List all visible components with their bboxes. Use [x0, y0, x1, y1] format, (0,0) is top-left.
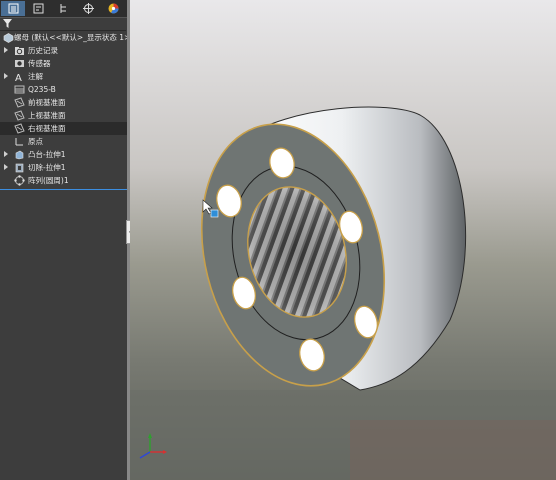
- cut-extrude-icon: [15, 163, 24, 173]
- tree-item-origin[interactable]: 原点: [0, 135, 127, 148]
- filter-icon: [3, 19, 12, 28]
- tree-item-boss-extrude[interactable]: 凸台-拉伸1: [0, 148, 127, 161]
- property-manager-icon: [33, 3, 43, 14]
- feature-manager-panel: 螺母 (默认<<默认>_显示状态 1>) 历史记录 传感器 A 注解 Q235-…: [0, 0, 133, 480]
- sensor-icon: [15, 60, 24, 67]
- tree-item-label: Q235-B: [28, 85, 56, 94]
- tab-feature-tree[interactable]: [1, 1, 25, 16]
- rollback-bar[interactable]: [0, 189, 127, 190]
- plane-icon: [14, 110, 25, 121]
- tree-item-annotations[interactable]: A 注解: [0, 70, 127, 83]
- plane-icon: [14, 123, 25, 134]
- expand-arrow-icon[interactable]: [4, 151, 8, 157]
- plane-icon: [14, 97, 25, 108]
- tree-item-history[interactable]: 历史记录: [0, 44, 127, 57]
- origin-icon: [15, 138, 23, 146]
- tab-display-manager[interactable]: [101, 1, 125, 16]
- manager-tabs: [0, 0, 127, 18]
- display-manager-icon: [108, 3, 118, 14]
- tab-property-manager[interactable]: [26, 1, 50, 16]
- tree-item-top-plane[interactable]: 上视基准面: [0, 109, 127, 122]
- svg-text:A: A: [15, 73, 22, 82]
- feature-tree: 螺母 (默认<<默认>_显示状态 1>) 历史记录 传感器 A 注解 Q235-…: [0, 31, 133, 187]
- history-folder-icon: [15, 47, 24, 55]
- feature-tree-icon: [8, 3, 18, 14]
- configuration-manager-icon: [60, 4, 66, 13]
- model-view: [130, 0, 556, 480]
- expand-arrow-icon[interactable]: [4, 73, 8, 79]
- dimxpert-icon: [82, 3, 94, 14]
- tree-item-label: 右视基准面: [28, 124, 66, 133]
- graphics-area[interactable]: [130, 0, 556, 480]
- tree-item-label: 上视基准面: [28, 111, 66, 120]
- tree-item-label: 阵列(圆周)1: [28, 176, 69, 185]
- boss-extrude-icon: [15, 150, 24, 160]
- expand-arrow-icon[interactable]: [4, 47, 8, 53]
- tree-item-label: 切除-拉伸1: [28, 163, 66, 172]
- tab-dimxpert[interactable]: [76, 1, 100, 16]
- tree-item-label: 历史记录: [28, 46, 58, 55]
- tree-item-material[interactable]: Q235-B: [0, 83, 127, 96]
- tree-item-label: 原点: [28, 137, 43, 146]
- tree-item-label: 凸台-拉伸1: [28, 150, 66, 159]
- tree-filter[interactable]: [0, 17, 126, 31]
- tree-item-label: 注解: [28, 72, 43, 81]
- tree-item-label: 前视基准面: [28, 98, 66, 107]
- expand-arrow-icon[interactable]: [4, 164, 8, 170]
- tree-item-right-plane[interactable]: 右视基准面: [0, 122, 127, 135]
- tree-item-front-plane[interactable]: 前视基准面: [0, 96, 127, 109]
- tree-item-cut-extrude[interactable]: 切除-拉伸1: [0, 161, 127, 174]
- annotation-icon: A: [15, 73, 22, 82]
- tab-configuration-manager[interactable]: [51, 1, 75, 16]
- tree-root-part[interactable]: 螺母 (默认<<默认>_显示状态 1>): [0, 31, 133, 44]
- tree-root-label: 螺母 (默认<<默认>_显示状态 1>): [14, 33, 134, 42]
- circular-pattern-icon: [14, 175, 25, 186]
- tree-item-sensors[interactable]: 传感器: [0, 57, 127, 70]
- part-icon: [3, 33, 14, 43]
- tree-item-circular-pattern[interactable]: 阵列(圆周)1: [0, 174, 127, 187]
- tree-item-label: 传感器: [28, 59, 51, 68]
- material-icon: [14, 85, 25, 94]
